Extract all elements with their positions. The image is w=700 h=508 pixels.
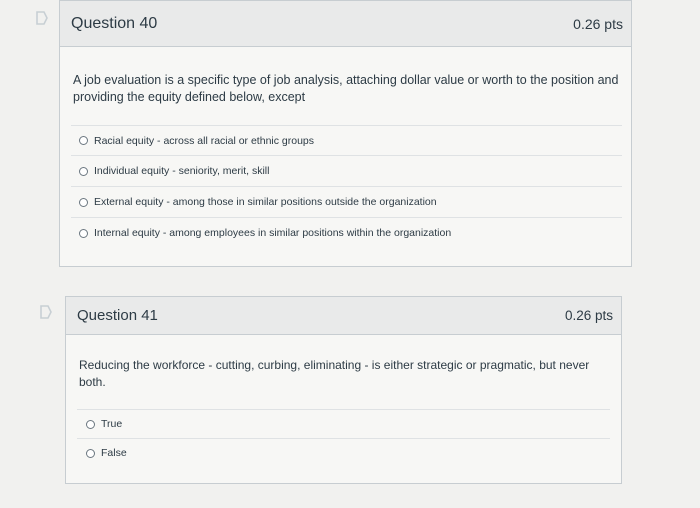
answer-option[interactable]: Racial equity - across all racial or eth…: [71, 125, 622, 155]
answer-list: True False: [77, 409, 610, 467]
radio-button[interactable]: [79, 166, 88, 176]
answer-label: External equity - among those in similar…: [94, 196, 437, 208]
radio-button[interactable]: [79, 136, 88, 145]
question-points: 0.26 pts: [573, 15, 623, 32]
answer-list: Racial equity - across all racial or eth…: [71, 125, 622, 248]
answer-option[interactable]: Internal equity - among employees in sim…: [71, 217, 622, 248]
radio-button[interactable]: [79, 228, 88, 238]
answer-label: Individual equity - seniority, merit, sk…: [94, 165, 270, 177]
flag-question-icon[interactable]: [39, 305, 53, 319]
question-header: Question 40 0.26 pts: [60, 1, 631, 47]
answer-option[interactable]: Individual equity - seniority, merit, sk…: [71, 155, 622, 186]
radio-button[interactable]: [86, 448, 95, 458]
question-title: Question 41: [77, 307, 158, 324]
flag-question-icon[interactable]: [35, 11, 49, 25]
answer-option[interactable]: False: [77, 438, 610, 467]
question-card: Question 41 0.26 pts Reducing the workfo…: [65, 296, 622, 484]
question-header: Question 41 0.26 pts: [66, 297, 621, 335]
question-title: Question 40: [71, 14, 158, 32]
answer-option[interactable]: External equity - among those in similar…: [71, 186, 622, 217]
question-points: 0.26 pts: [564, 308, 613, 323]
radio-button[interactable]: [86, 419, 95, 429]
answer-label: Internal equity - among employees in sim…: [94, 227, 452, 239]
question-text: A job evaluation is a specific type of j…: [73, 73, 619, 104]
answer-label: True: [101, 418, 123, 430]
answer-label: False: [101, 447, 127, 459]
question-card: Question 40 0.26 pts A job evaluation is…: [59, 0, 632, 267]
question-text: Reducing the workforce - cutting, curbin…: [79, 358, 590, 389]
answer-option[interactable]: True: [77, 409, 610, 438]
radio-button[interactable]: [79, 197, 88, 207]
answer-label: Racial equity - across all racial or eth…: [94, 134, 315, 147]
